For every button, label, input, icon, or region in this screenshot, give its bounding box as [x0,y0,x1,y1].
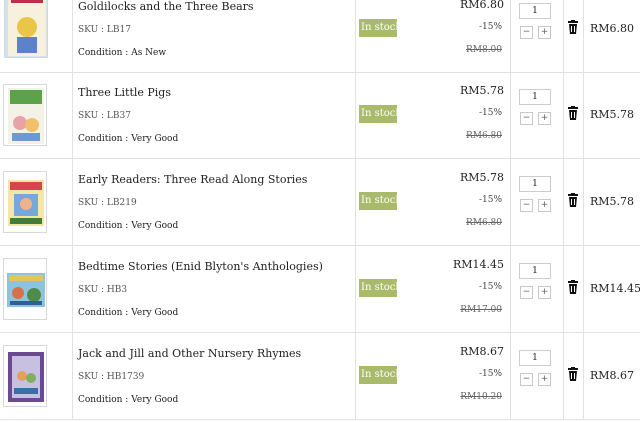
sale-price: RM8.67 [459,345,504,358]
quantity-decrease-button[interactable]: − [520,199,533,212]
discount-percent: -15% [478,282,502,292]
product-condition: Condition : Very Good [78,395,179,405]
product-title[interactable]: Goldilocks and the Three Bears [78,0,254,13]
product-sku: SKU : HB1739 [78,372,145,382]
product-title[interactable]: Bedtime Stories (Enid Blyton's Anthologi… [78,260,323,273]
quantity-increase-button[interactable]: + [538,112,551,125]
trash-icon[interactable] [567,280,579,294]
line-subtotal: RM5.78 [590,195,635,208]
quantity-decrease-button[interactable]: − [520,112,533,125]
trash-icon[interactable] [567,367,579,381]
table-row: Three Little Pigs SKU : LB37 Condition :… [0,72,640,159]
quantity-decrease-button[interactable]: − [520,373,533,386]
table-row: Goldilocks and the Three Bears SKU : LB1… [0,0,640,73]
stock-badge: In stock [359,105,397,123]
product-condition: Condition : Very Good [78,134,179,144]
product-condition: Condition : As New [78,48,167,58]
discount-percent: -15% [478,195,502,205]
trash-icon[interactable] [567,193,579,207]
product-condition: Condition : Very Good [78,221,179,231]
quantity-increase-button[interactable]: + [538,26,551,39]
sale-price: RM6.80 [459,0,504,11]
original-price: RM8.00 [465,45,502,55]
stock-badge: In stock [359,279,397,297]
product-condition: Condition : Very Good [78,308,179,318]
table-row: Early Readers: Three Read Along Stories … [0,159,640,246]
table-row: Bedtime Stories (Enid Blyton's Anthologi… [0,246,640,333]
quantity-input[interactable] [519,263,551,279]
product-sku: SKU : LB219 [78,198,137,208]
quantity-input[interactable] [519,89,551,105]
trash-icon[interactable] [567,106,579,120]
product-title[interactable]: Jack and Jill and Other Nursery Rhymes [78,347,301,360]
original-price: RM17.00 [460,305,502,315]
trash-icon[interactable] [567,20,579,34]
stock-badge: In stock [359,19,397,37]
product-sku: SKU : LB17 [78,25,131,35]
book-cover-image[interactable] [3,345,47,407]
line-subtotal: RM5.78 [590,108,635,121]
line-subtotal: RM8.67 [590,369,635,382]
sale-price: RM5.78 [459,84,504,97]
line-subtotal: RM14.45 [590,282,640,295]
book-cover-image[interactable] [4,0,48,58]
quantity-decrease-button[interactable]: − [520,286,533,299]
line-subtotal: RM6.80 [590,22,635,35]
sale-price: RM14.45 [452,258,504,271]
original-price: RM10.20 [460,392,502,402]
quantity-decrease-button[interactable]: − [520,26,533,39]
discount-percent: -15% [478,22,502,32]
quantity-input[interactable] [519,350,551,366]
book-cover-image[interactable] [3,171,47,233]
stock-badge: In stock [359,366,397,384]
table-row: Jack and Jill and Other Nursery Rhymes S… [0,333,640,420]
product-sku: SKU : HB3 [78,285,128,295]
book-cover-image[interactable] [3,258,47,320]
discount-percent: -15% [478,369,502,379]
product-title[interactable]: Three Little Pigs [78,86,171,99]
original-price: RM6.80 [465,218,502,228]
stock-badge: In stock [359,192,397,210]
product-title[interactable]: Early Readers: Three Read Along Stories [78,173,307,186]
sale-price: RM5.78 [459,171,504,184]
quantity-input[interactable] [519,3,551,19]
quantity-increase-button[interactable]: + [538,286,551,299]
quantity-input[interactable] [519,176,551,192]
original-price: RM6.80 [465,131,502,141]
discount-percent: -15% [478,108,502,118]
quantity-increase-button[interactable]: + [538,199,551,212]
book-cover-image[interactable] [3,84,47,146]
cart-table: Goldilocks and the Three Bears SKU : LB1… [0,0,640,422]
product-sku: SKU : LB37 [78,111,131,121]
quantity-increase-button[interactable]: + [538,373,551,386]
